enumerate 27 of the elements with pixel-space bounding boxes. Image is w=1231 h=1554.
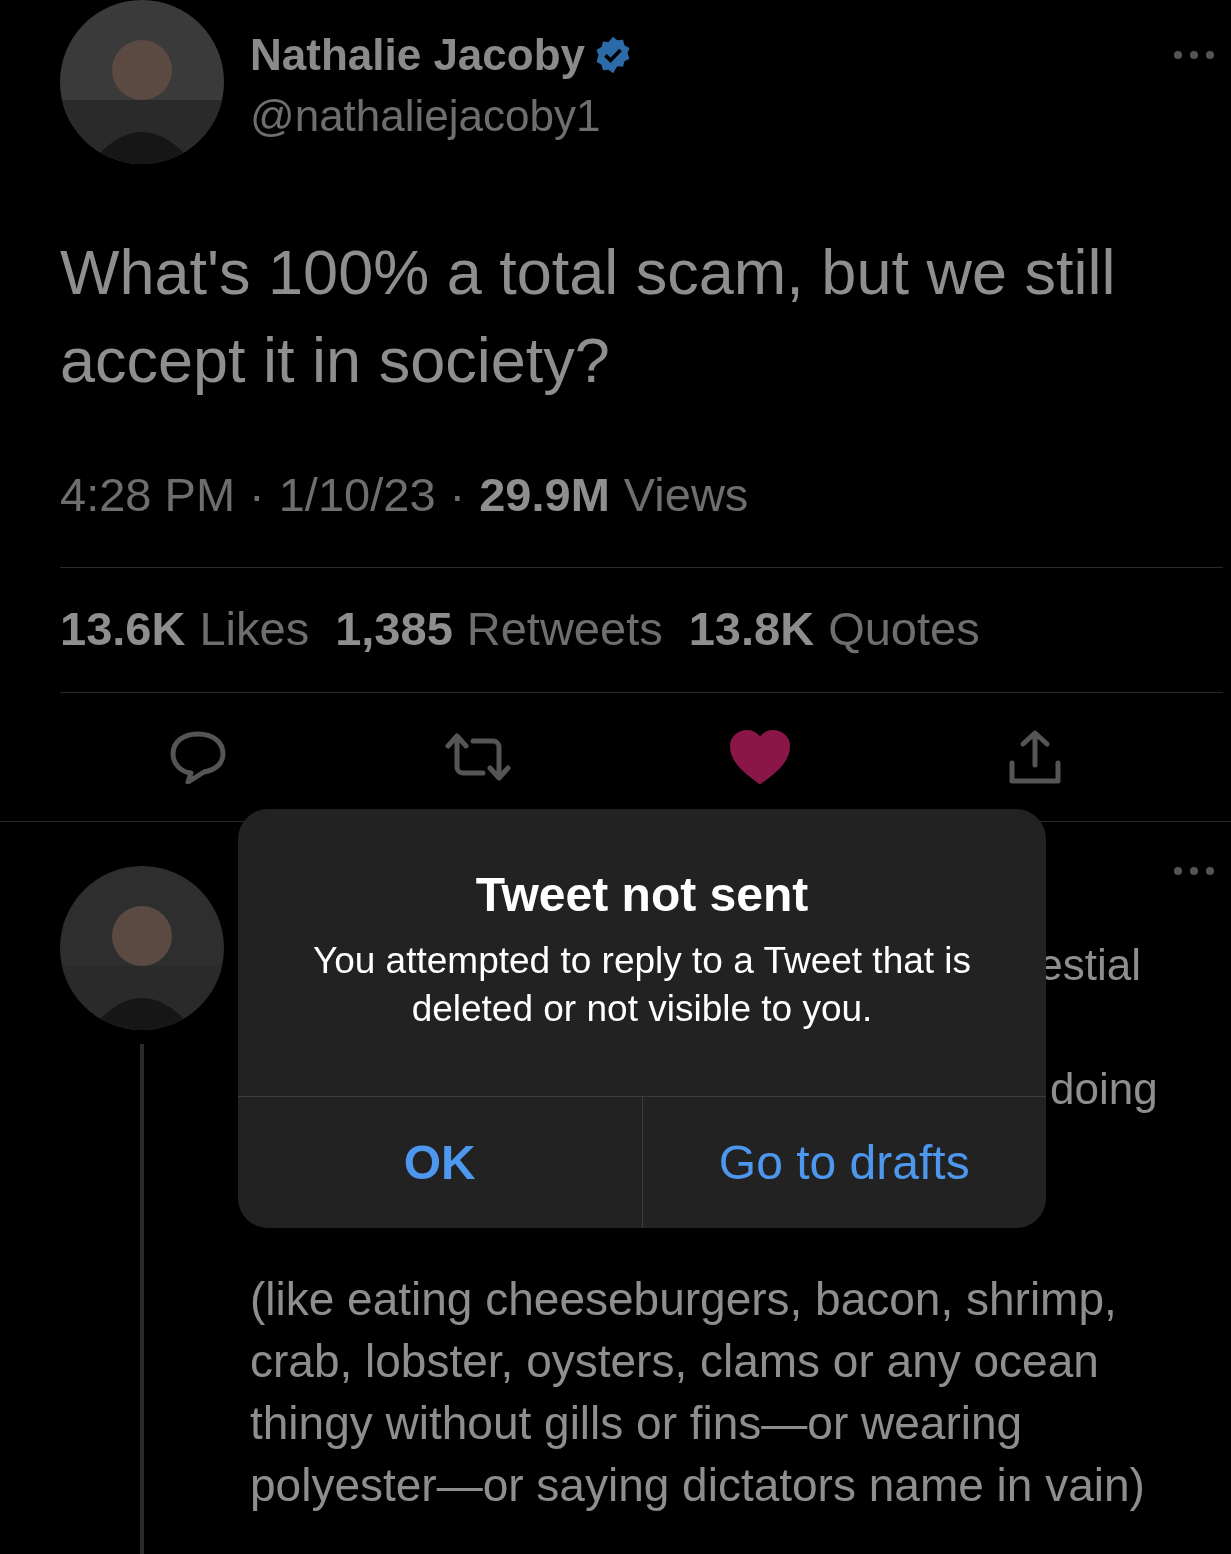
- stat-label[interactable]: Likes: [199, 594, 310, 665]
- views-count: 29.9M: [479, 467, 610, 523]
- stat-label[interactable]: Retweets: [466, 594, 663, 665]
- alert-title: Tweet not sent: [475, 871, 809, 919]
- stat-count: 13.8K: [688, 601, 815, 658]
- author-handle: @nathaliejacoby1: [250, 90, 602, 142]
- tweet-date: 1/10/23: [278, 467, 436, 523]
- more-icon[interactable]: [1173, 865, 1215, 876]
- stat-label[interactable]: Quotes: [828, 594, 980, 665]
- separator-dot: ·: [249, 467, 265, 523]
- stat-count: 13.6K: [60, 601, 186, 658]
- tweet-text: What's 100% a total scam, but we still accept it in society?: [59, 236, 1117, 397]
- heart-icon[interactable]: [729, 729, 790, 784]
- separator-dot: ·: [449, 467, 466, 523]
- alert-message: You attempted to reply to a Tweet that is deleted or not visible to you.: [311, 939, 973, 1031]
- tweet-time: 4:28 PM: [60, 467, 236, 523]
- stat-count: 1,385: [335, 601, 453, 658]
- reply-text: (like eating cheeseburgers, bacon, shrimp, crab, lobster, oysters, clams or any ocean thingy without gills or fins—or wearing polyester—or saying dictators name in vain): [250, 1271, 1146, 1513]
- alert-button[interactable]: Go to drafts: [641, 1097, 1046, 1228]
- author-name: Nathalie Jacoby: [250, 29, 586, 81]
- share-icon[interactable]: [1007, 728, 1062, 785]
- views-label: Views: [623, 467, 749, 523]
- retweet-icon[interactable]: [445, 730, 512, 783]
- alert-button[interactable]: OK: [238, 1097, 642, 1228]
- reply-text: doing: [1050, 1062, 1158, 1115]
- more-icon[interactable]: [1173, 50, 1215, 60]
- reply-icon[interactable]: [169, 729, 228, 784]
